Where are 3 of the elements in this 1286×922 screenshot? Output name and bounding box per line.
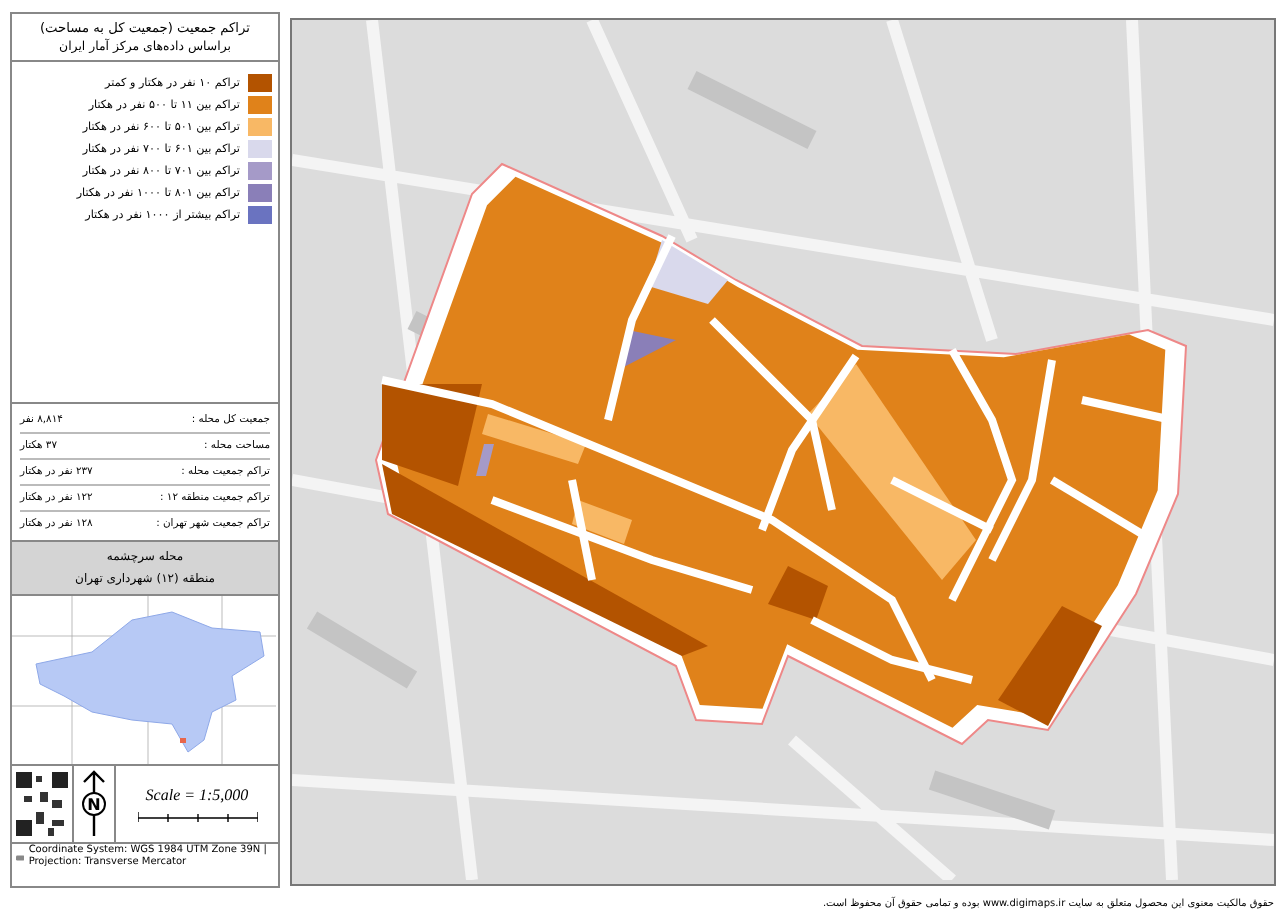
qr-code-icon [16, 772, 68, 836]
scale-bar [137, 812, 257, 822]
scale-text: Scale = 1:5,000 [145, 786, 249, 804]
